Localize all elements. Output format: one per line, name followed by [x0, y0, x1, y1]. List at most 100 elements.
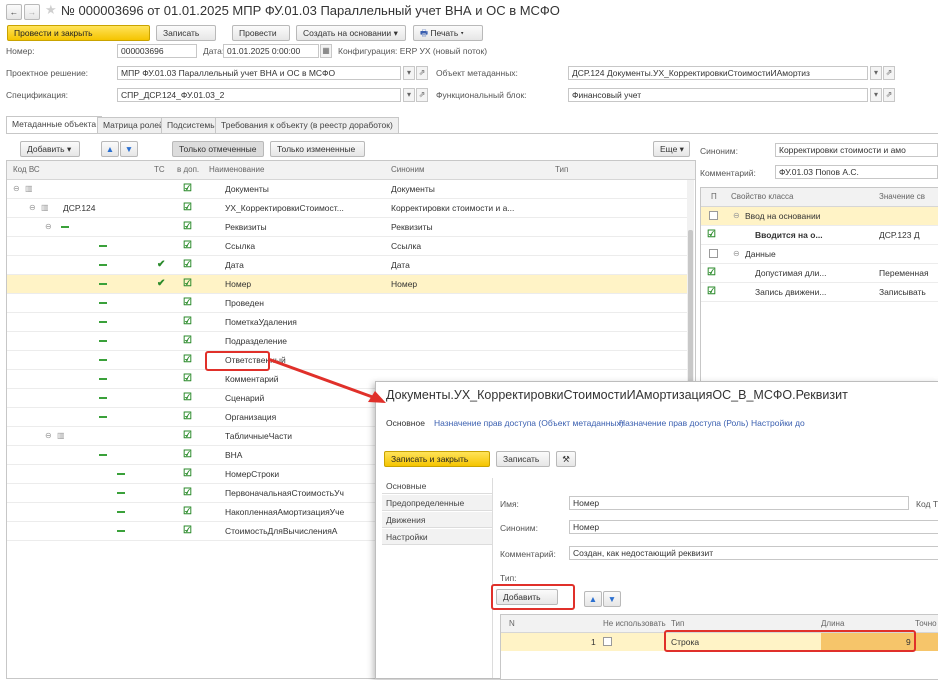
project-dropdown-icon[interactable]: ▾ — [403, 66, 415, 80]
in-add-check-icon[interactable]: ☑ — [183, 468, 192, 479]
in-add-check-icon[interactable]: ☑ — [183, 487, 192, 498]
row-name[interactable]: ТабличныеЧасти — [225, 427, 385, 445]
col-type[interactable]: Тип — [555, 165, 568, 174]
property-check-icon[interactable]: ☑ — [707, 286, 716, 297]
only-marked-button[interactable]: Только отмеченные — [172, 141, 264, 157]
dialog-link-settings[interactable]: Настройки до — [751, 418, 805, 428]
types-col-type[interactable]: Тип — [671, 619, 684, 628]
date-field[interactable]: 01.01.2025 0:00:00 — [223, 44, 319, 58]
in-add-check-icon[interactable]: ☑ — [183, 430, 192, 441]
expand-toggle-icon[interactable]: ⊖ — [29, 203, 36, 212]
table-row[interactable]: ☑ Ссылка Ссылка — [7, 237, 687, 256]
in-add-check-icon[interactable]: ☑ — [183, 525, 192, 536]
property-checkbox[interactable] — [709, 249, 718, 258]
row-name[interactable]: ПервоначальнаяСтоимостьУч — [225, 484, 385, 502]
in-add-check-icon[interactable]: ☑ — [183, 506, 192, 517]
side-tab-settings[interactable]: Настройки — [382, 529, 492, 545]
in-add-check-icon[interactable]: ☑ — [183, 202, 192, 213]
dialog-save-close-button[interactable]: Записать и закрыть — [384, 451, 490, 467]
row-name[interactable]: НакопленнаяАмортизацияУче — [225, 503, 385, 521]
col-name[interactable]: Наименование — [209, 165, 264, 174]
project-field[interactable]: МПР ФУ.01.03 Параллельный учет ВНА и ОС … — [117, 66, 401, 80]
in-add-check-icon[interactable]: ☑ — [183, 411, 192, 422]
func-open-icon[interactable]: ⇗ — [883, 88, 895, 102]
rp-col-value[interactable]: Значение св — [879, 192, 925, 201]
row-name[interactable]: ПометкаУдаления — [225, 313, 385, 331]
back-button[interactable]: ← — [6, 4, 22, 20]
types-col-precision[interactable]: Точно — [915, 619, 937, 628]
attribute-dialog[interactable]: Документы.УХ_КорректировкиСтоимостиИАмор… — [375, 381, 938, 680]
in-add-check-icon[interactable]: ☑ — [183, 240, 192, 251]
row-name[interactable]: УХ_КорректировкиСтоимост... — [225, 199, 385, 217]
rp-col-p[interactable]: П — [711, 192, 717, 201]
dialog-link-main[interactable]: Основное — [386, 418, 425, 428]
row-name[interactable]: Документы — [225, 180, 385, 198]
table-row[interactable]: ☑ ПометкаУдаления — [7, 313, 687, 332]
table-row[interactable]: ☑ Подразделение — [7, 332, 687, 351]
row-name[interactable]: Проведен — [225, 294, 385, 312]
col-synonym[interactable]: Синоним — [391, 165, 425, 174]
row-name[interactable]: Ссылка — [225, 237, 385, 255]
move-down-button[interactable]: ▼ — [120, 141, 138, 157]
dialog-save-button[interactable]: Записать — [496, 451, 550, 467]
row-name[interactable]: СтоимостьДляВычисленияА — [225, 522, 385, 540]
dialog-up-button[interactable]: ▲ — [584, 591, 602, 607]
property-check-icon[interactable]: ☑ — [707, 267, 716, 278]
meta-dropdown-icon[interactable]: ▾ — [870, 66, 882, 80]
in-add-check-icon[interactable]: ☑ — [183, 373, 192, 384]
property-row[interactable]: ☑ Допустимая дли... Переменная — [701, 264, 938, 283]
save-button[interactable]: Записать — [156, 25, 216, 41]
meta-object-field[interactable]: ДСР.124 Документы.УХ_КорректировкиСтоимо… — [568, 66, 868, 80]
expand-toggle-icon[interactable]: ⊖ — [45, 222, 52, 231]
property-check-icon[interactable]: ☑ — [707, 229, 716, 240]
table-row[interactable]: ⊖ ▥ ДСР.124 ☑ УХ_КорректировкиСтоимост... Кор… — [7, 199, 687, 218]
types-row-not-use-checkbox[interactable] — [603, 637, 612, 646]
in-add-check-icon[interactable]: ☑ — [183, 449, 192, 460]
in-add-check-icon[interactable]: ☑ — [183, 221, 192, 232]
project-open-icon[interactable]: ⇗ — [416, 66, 428, 80]
col-code[interactable]: Код ВС — [13, 165, 40, 174]
types-col-n[interactable]: N — [509, 619, 515, 628]
forward-button[interactable]: → — [24, 4, 40, 20]
spec-dropdown-icon[interactable]: ▾ — [403, 88, 415, 102]
dialog-link-rights-meta[interactable]: Назначение прав доступа (Объект метаданн… — [434, 418, 624, 428]
in-add-check-icon[interactable]: ☑ — [183, 335, 192, 346]
table-row[interactable]: ⊖ ☑ Реквизиты Реквизиты — [7, 218, 687, 237]
only-changed-button[interactable]: Только измененные — [270, 141, 365, 157]
expand-toggle-icon[interactable]: ⊖ — [13, 184, 20, 193]
table-row[interactable]: ✔ ☑ Номер Номер — [7, 275, 687, 294]
expand-toggle-icon[interactable]: ⊖ — [733, 211, 740, 220]
property-row[interactable]: ☑ Вводится на о... ДСР.123 Д — [701, 226, 938, 245]
expand-toggle-icon[interactable]: ⊖ — [45, 431, 52, 440]
favorite-star-icon[interactable]: ★ — [45, 2, 57, 18]
table-row[interactable]: ☑ Проведен — [7, 294, 687, 313]
rp-comment-field[interactable]: ФУ.01.03 Попов А.С. — [775, 165, 938, 179]
grid-add-button[interactable]: Добавить ▾ — [20, 141, 80, 157]
side-tab-predefined[interactable]: Предопределенные — [382, 495, 492, 511]
dialog-link-rights-role[interactable]: Назначение прав доступа (Роль) — [619, 418, 748, 428]
property-row[interactable]: ⊖ Данные — [701, 245, 938, 264]
tab-requirements[interactable]: Требования к объекту (в реестр доработок… — [215, 117, 399, 133]
in-add-check-icon[interactable]: ☑ — [183, 354, 192, 365]
expand-toggle-icon[interactable]: ⊖ — [733, 249, 740, 258]
row-name[interactable]: ВНА — [225, 446, 385, 464]
property-row[interactable]: ⊖ Ввод на основании — [701, 207, 938, 226]
row-name[interactable]: Реквизиты — [225, 218, 385, 236]
tab-subsystems[interactable]: Подсистемы — [161, 117, 223, 133]
rp-synonym-field[interactable]: Корректировки стоимости и амо — [775, 143, 938, 157]
more-button[interactable]: Еще ▾ — [653, 141, 690, 157]
col-ts[interactable]: ТС — [154, 165, 165, 174]
post-button[interactable]: Провести — [232, 25, 290, 41]
table-row[interactable]: ✔ ☑ Дата Дата — [7, 256, 687, 275]
dialog-comment-field[interactable]: Создан, как недостающий реквизит — [569, 546, 938, 560]
in-add-check-icon[interactable]: ☑ — [183, 316, 192, 327]
calendar-icon[interactable]: ▦ — [320, 44, 332, 58]
tab-role-matrix[interactable]: Матрица ролей — [97, 117, 170, 133]
number-field[interactable]: 000003696 — [117, 44, 197, 58]
meta-open-icon[interactable]: ⇗ — [883, 66, 895, 80]
move-up-button[interactable]: ▲ — [101, 141, 119, 157]
property-checkbox[interactable] — [709, 211, 718, 220]
col-in-add[interactable]: в доп. — [177, 165, 199, 174]
post-and-close-button[interactable]: Провести и закрыть — [7, 25, 150, 41]
class-properties-grid[interactable]: П Свойство класса Значение св ⊖ Ввод на о… — [700, 187, 938, 384]
